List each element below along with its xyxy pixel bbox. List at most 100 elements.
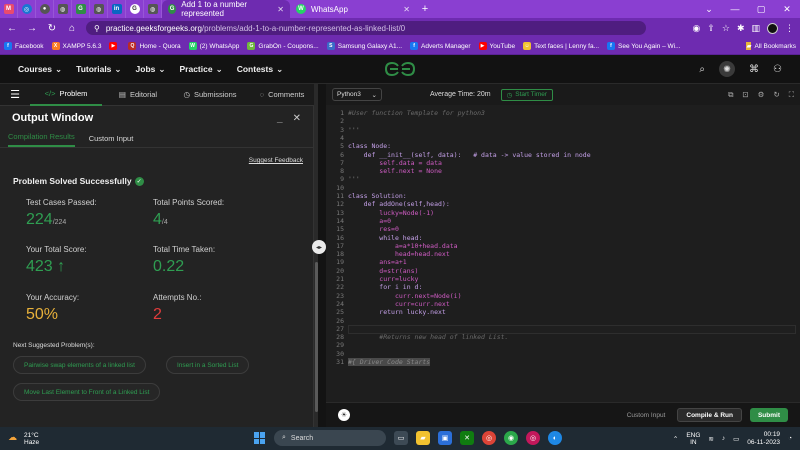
compile-run-button[interactable]: Compile & Run [677, 408, 742, 422]
tab-comments[interactable]: ◌ Comments [246, 90, 318, 99]
minimize-icon[interactable]: — [722, 4, 748, 14]
site-info-icon[interactable]: ⚲ [94, 24, 100, 33]
bookmark-item[interactable]: Q Home - Quora [128, 42, 181, 50]
nav-item-practice[interactable]: Practice ⌄ [180, 64, 223, 75]
tab-whatsapp[interactable]: W WhatsApp ✕ [290, 0, 416, 18]
close-icon[interactable]: ✕ [293, 113, 301, 124]
edge-icon[interactable]: ◐ [548, 431, 562, 445]
tray-chevron-icon[interactable]: ⌃ [673, 435, 678, 443]
weather-widget[interactable]: ☁ 21°C Haze [8, 432, 39, 446]
volume-icon[interactable]: ♪ [722, 435, 725, 442]
tab-pinned-2[interactable]: ◎ [18, 0, 36, 18]
suggest-feedback-link[interactable]: Suggest Feedback [249, 157, 303, 164]
store-icon[interactable]: ▣ [438, 431, 452, 445]
home-icon[interactable]: ⌂ [66, 23, 78, 34]
tab-pinned-3[interactable]: ● [36, 0, 54, 18]
nav-item-courses[interactable]: Courses ⌄ [18, 64, 62, 75]
close-icon[interactable]: ✕ [277, 5, 284, 14]
suggestion-chip[interactable]: Insert in a Sorted List [166, 356, 250, 374]
sidepanel-icon[interactable]: ▥ [751, 23, 760, 34]
bookmark-item[interactable]: S Samsung Galaxy A1... [326, 42, 402, 50]
tab-pinned-4[interactable]: ◍ [54, 0, 72, 18]
windows-start-icon[interactable] [254, 432, 266, 444]
tab-problem[interactable]: </> Problem [30, 84, 102, 106]
bookmark-item[interactable]: G GrabOn - Coupons... [247, 42, 319, 50]
tab-search-icon[interactable]: ⌄ [696, 4, 722, 15]
app-icon[interactable]: ◉ [504, 431, 518, 445]
theme-toggle-icon[interactable]: ✺ [719, 61, 736, 77]
tab-active-problem[interactable]: G Add 1 to a number represented ✕ [162, 0, 290, 18]
custom-input-toggle[interactable]: Custom Input [627, 412, 666, 419]
suggestion-chip[interactable]: Move Last Element to Front of a Linked L… [13, 383, 161, 401]
close-icon[interactable]: ✕ [403, 5, 410, 14]
copy-icon[interactable]: ⧉ [728, 90, 733, 100]
translate-icon[interactable]: ⌘ [749, 64, 759, 75]
bookmark-star-icon[interactable]: ☆ [722, 23, 730, 34]
panel-resize-handle[interactable]: ◂▸ [312, 240, 326, 254]
notification-icon[interactable]: ◔ [788, 435, 792, 442]
file-explorer-icon[interactable]: ▰ [416, 431, 430, 445]
wifi-icon[interactable]: ≋ [708, 435, 713, 443]
settings-icon[interactable]: ⚙ [758, 90, 765, 100]
nav-item-label: Tutorials [76, 64, 112, 74]
forward-icon[interactable]: → [26, 23, 38, 34]
expand-icon[interactable]: ⊡ [742, 90, 748, 100]
bookmark-item[interactable]: W (2) WhatsApp [188, 42, 239, 50]
google-lens-icon[interactable]: ◉ [692, 23, 700, 34]
language-indicator[interactable]: ENG IN [686, 432, 700, 446]
reload-icon[interactable]: ↻ [46, 23, 58, 34]
tab-editorial[interactable]: ▤ Editorial [102, 90, 174, 99]
bookmark-item[interactable]: f Facebook [4, 42, 44, 50]
profile-avatar[interactable] [767, 22, 778, 34]
fullscreen-icon[interactable]: ⛶ [789, 90, 794, 100]
tab-pinned-7[interactable]: in [108, 0, 126, 18]
gfg-logo[interactable] [384, 60, 416, 78]
code-area[interactable]: 1 #User function Template for python3 2 3 ''… [326, 105, 800, 390]
url-bar[interactable]: ⚲ practice.geeksforgeeks.org/problems/ad… [86, 21, 646, 35]
new-tab-button[interactable]: + [416, 3, 434, 15]
bookmark-item[interactable]: f Adverts Manager [410, 42, 471, 50]
tab-submissions[interactable]: ◷ Submissions [174, 90, 246, 99]
tab-pinned-9[interactable]: ◍ [144, 0, 162, 18]
battery-icon[interactable]: ▭ [733, 435, 739, 443]
language-select[interactable]: Python3 ⌄ [332, 88, 382, 101]
bookmark-item[interactable]: ▶ YouTube [478, 42, 515, 50]
task-view-icon[interactable]: ▭ [394, 431, 408, 445]
user-icon[interactable]: ⚇ [773, 64, 782, 75]
nav-item-tutorials[interactable]: Tutorials ⌄ [76, 64, 121, 75]
extensions-icon[interactable]: ✱ [737, 23, 745, 34]
clock[interactable]: 00:19 06-11-2023 [747, 431, 780, 447]
hamburger-icon[interactable]: ☰ [0, 88, 30, 101]
search-icon[interactable]: ⌕ [699, 64, 705, 75]
scrollbar-thumb[interactable] [315, 262, 318, 412]
theme-toggle-icon[interactable]: ☀ [338, 409, 350, 421]
tab-compilation-results[interactable]: Compilation Results [8, 132, 75, 147]
tab-custom-input[interactable]: Custom Input [89, 134, 134, 147]
taskbar-search[interactable]: ⌕ Search [274, 430, 386, 446]
chrome-icon[interactable]: ◎ [482, 431, 496, 445]
chrome-profile-icon[interactable]: ◎ [526, 431, 540, 445]
suggestion-chip[interactable]: Pairwise swap elements of a linked list [13, 356, 146, 374]
all-bookmarks[interactable]: ▰ All Bookmarks [746, 42, 796, 50]
tab-pinned-6[interactable]: ◍ [90, 0, 108, 18]
xbox-icon[interactable]: ✕ [460, 431, 474, 445]
bookmark-item[interactable]: ☺ Text faces | Lenny fa... [523, 42, 599, 50]
nav-item-contests[interactable]: Contests ⌄ [237, 64, 284, 75]
submit-button[interactable]: Submit [749, 408, 788, 422]
close-window-icon[interactable]: ✕ [774, 4, 800, 15]
browser-tab-strip: M ◎ ● ◍ G ◍ in G ◍ G Add 1 to a number r… [0, 0, 800, 18]
nav-item-jobs[interactable]: Jobs ⌄ [136, 64, 166, 75]
menu-icon[interactable]: ⋮ [785, 23, 794, 34]
tab-pinned-8[interactable]: G [126, 0, 144, 18]
bookmark-item[interactable]: X XAMPP 5.6.3 [51, 42, 101, 50]
start-timer-button[interactable]: ◷ Start Timer [500, 88, 554, 101]
bookmark-item[interactable]: f See You Again – Wi... [607, 42, 681, 50]
tab-pinned-1[interactable]: M [0, 0, 18, 18]
bookmark-item[interactable]: ▶ [109, 42, 120, 50]
minimize-icon[interactable]: _ [277, 113, 283, 124]
reset-icon[interactable]: ↻ [773, 90, 779, 100]
share-icon[interactable]: ⇪ [707, 23, 715, 34]
tab-pinned-5[interactable]: G [72, 0, 90, 18]
maximize-icon[interactable]: ▢ [748, 4, 774, 15]
back-icon[interactable]: ← [6, 23, 18, 34]
